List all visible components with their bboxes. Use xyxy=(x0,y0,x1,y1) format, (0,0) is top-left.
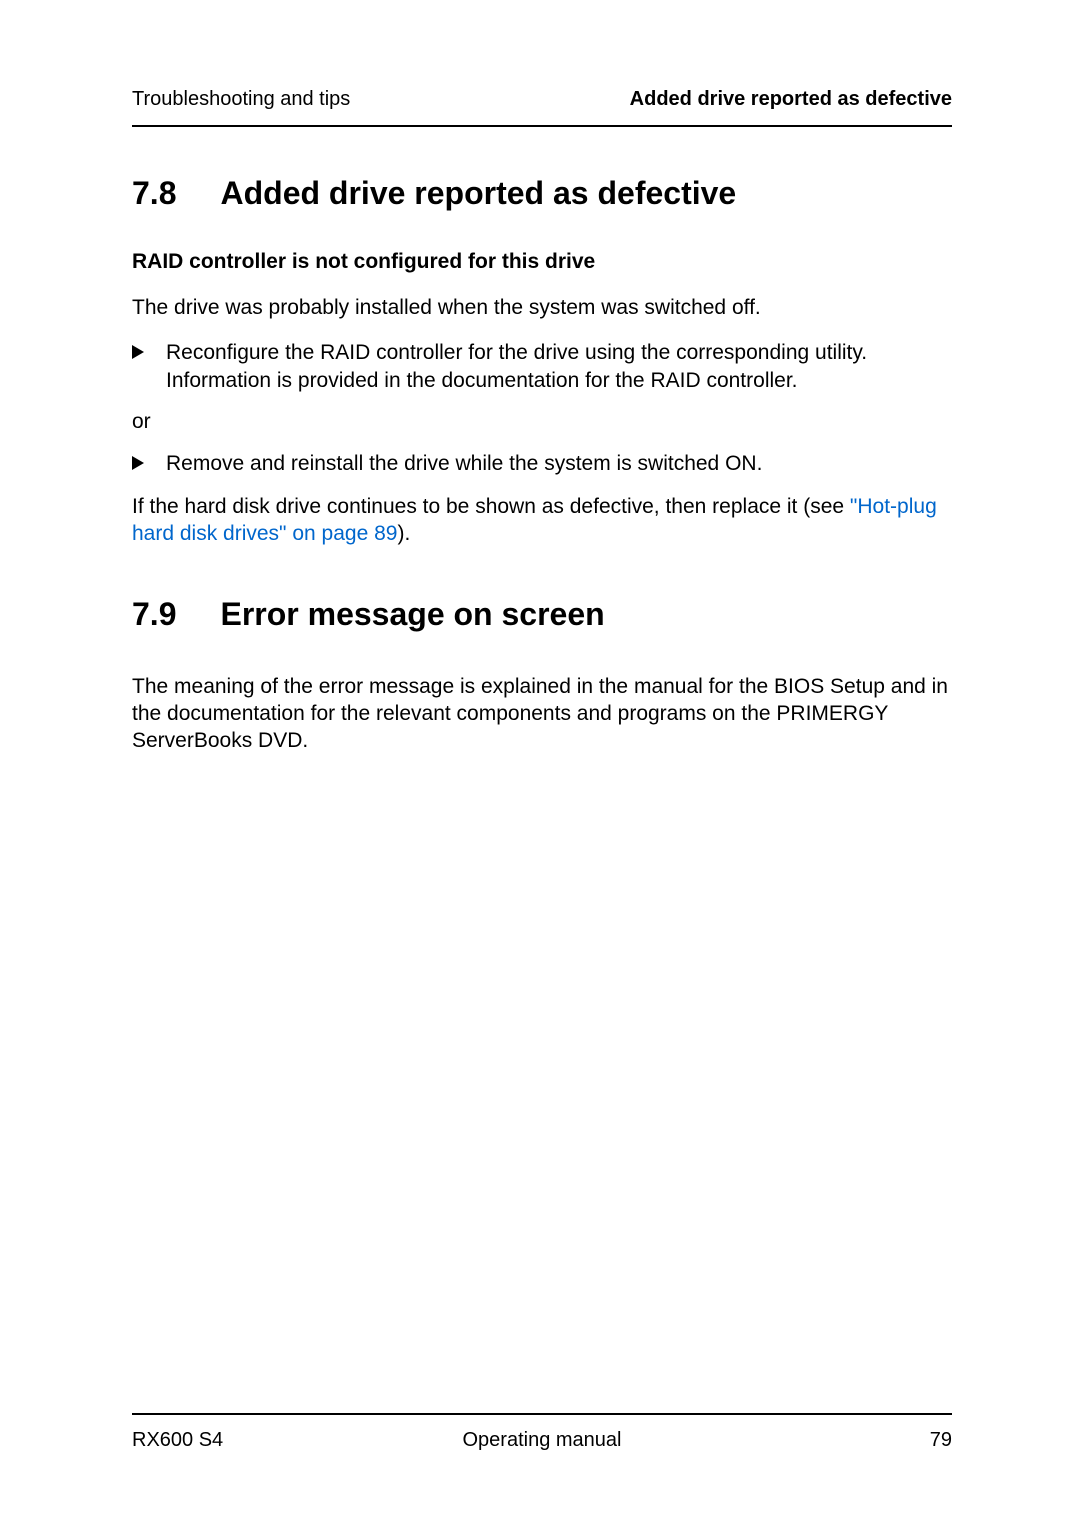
section-heading: 7.8 Added drive reported as defective xyxy=(132,175,952,212)
section-7-8: 7.8 Added drive reported as defective RAI… xyxy=(132,175,952,548)
footer-rule xyxy=(132,1413,952,1415)
header-left: Troubleshooting and tips xyxy=(132,88,350,111)
page-footer: Operating manual RX600 S4 79 xyxy=(132,1413,952,1452)
section2-body: The meaning of the error message is expl… xyxy=(132,673,952,755)
section-title: Error message on screen xyxy=(220,596,604,632)
bullet-text-2: Remove and reinstall the drive while the… xyxy=(166,450,952,477)
intro-text: The drive was probably installed when th… xyxy=(132,294,952,321)
section-title: Added drive reported as defective xyxy=(220,175,736,211)
footer-left: RX600 S4 xyxy=(132,1429,223,1452)
section-7-9: 7.9 Error message on screen The meaning o… xyxy=(132,596,952,755)
triangle-bullet-icon xyxy=(132,339,166,394)
closing-paragraph: If the hard disk drive continues to be s… xyxy=(132,493,952,548)
section-num: 7.8 xyxy=(132,175,176,212)
bullet-text-1: Reconfigure the RAID controller for the … xyxy=(166,339,952,394)
header-right: Added drive reported as defective xyxy=(630,88,952,111)
closing-post: ). xyxy=(397,522,410,545)
bullet-item-1: Reconfigure the RAID controller for the … xyxy=(132,339,952,394)
section-num: 7.9 xyxy=(132,596,176,633)
raid-subheading: RAID controller is not configured for th… xyxy=(132,250,952,274)
or-text: or xyxy=(132,410,952,434)
bullet-item-2: Remove and reinstall the drive while the… xyxy=(132,450,952,477)
section-heading: 7.9 Error message on screen xyxy=(132,596,952,633)
footer-center: Operating manual xyxy=(132,1429,952,1452)
closing-pre: If the hard disk drive continues to be s… xyxy=(132,495,850,518)
header-rule xyxy=(132,125,952,127)
footer-right: 79 xyxy=(930,1429,952,1452)
page-header: Troubleshooting and tips Added drive rep… xyxy=(132,88,952,111)
triangle-bullet-icon xyxy=(132,450,166,477)
